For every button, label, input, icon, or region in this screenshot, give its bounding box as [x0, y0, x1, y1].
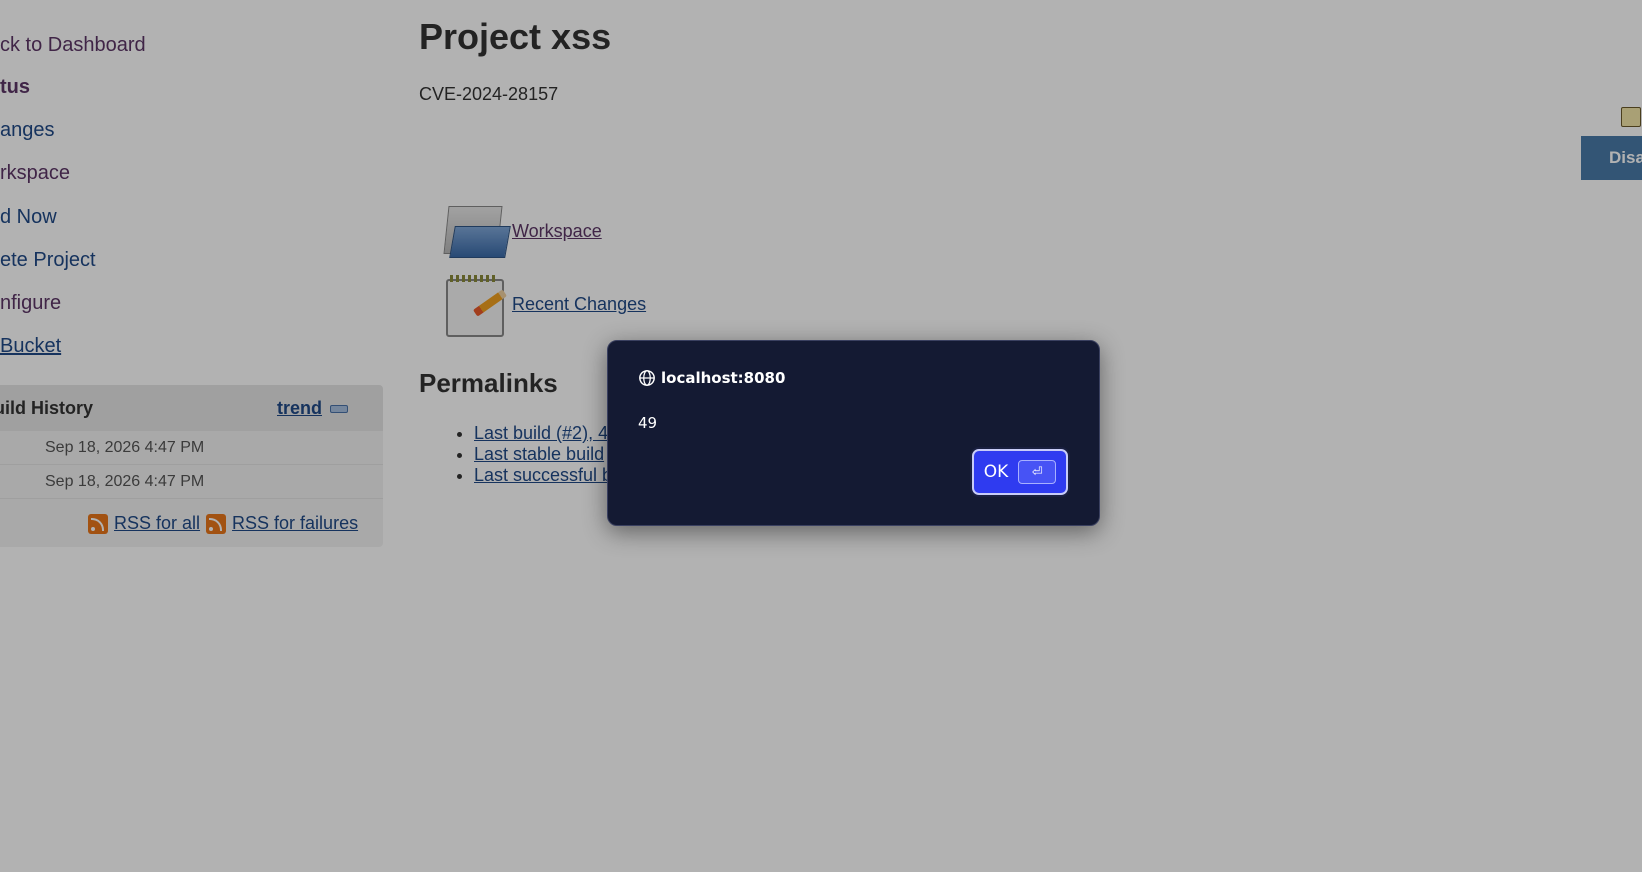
- alert-dialog: localhost:8080 49 OK ⏎: [607, 340, 1100, 526]
- dialog-origin-text: localhost:8080: [661, 369, 786, 387]
- ok-button[interactable]: OK ⏎: [972, 449, 1068, 495]
- enter-key-icon: ⏎: [1018, 460, 1057, 484]
- dialog-origin: localhost:8080: [638, 369, 785, 387]
- ok-button-label: OK: [983, 462, 1009, 482]
- globe-icon: [639, 370, 655, 386]
- dialog-message: 49: [638, 414, 658, 432]
